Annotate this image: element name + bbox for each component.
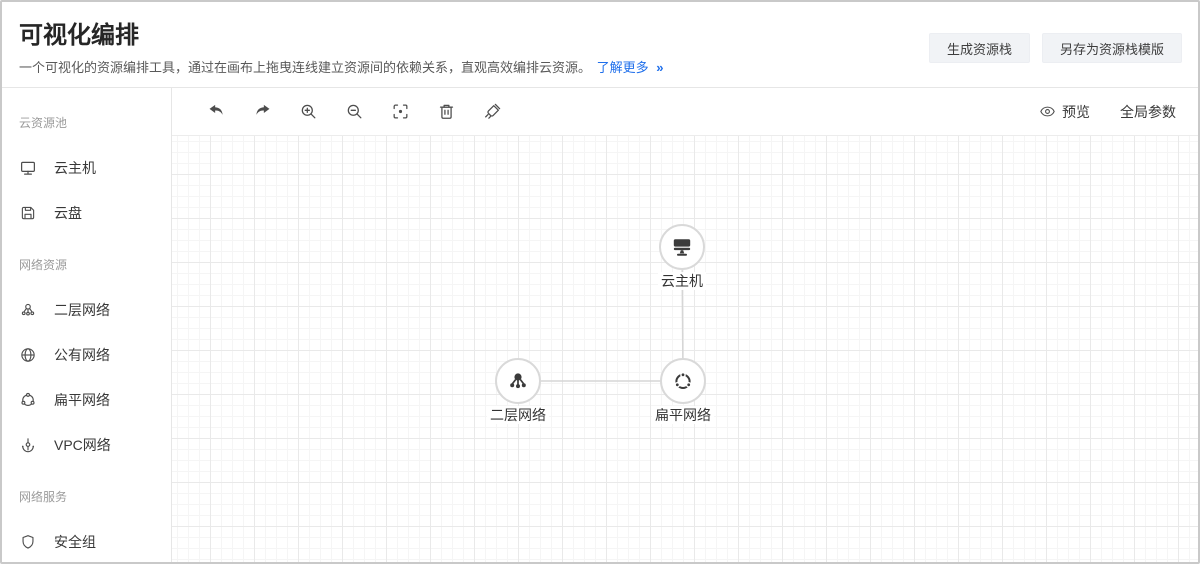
double-chevron-icon[interactable]: » xyxy=(656,60,662,75)
preview-button[interactable]: 预览 xyxy=(1039,102,1090,122)
zoom-in-button[interactable] xyxy=(285,88,331,136)
disk-icon xyxy=(19,204,37,222)
sidebar-item-label: 扁平网络 xyxy=(54,390,110,410)
preview-label[interactable]: 预览 xyxy=(1062,102,1090,122)
undo-button[interactable] xyxy=(193,88,239,136)
orchestration-canvas[interactable]: 云主机二层网络扁平网络 xyxy=(172,136,1198,562)
node-circle[interactable] xyxy=(660,358,706,404)
l2-network-icon xyxy=(19,301,37,319)
node-label: 云主机 xyxy=(658,272,706,290)
node-label: 扁平网络 xyxy=(652,406,714,424)
node-label: 二层网络 xyxy=(487,406,549,424)
clear-button[interactable] xyxy=(469,88,515,136)
node-circle[interactable] xyxy=(495,358,541,404)
generate-stack-button[interactable]: 生成资源栈 xyxy=(929,33,1030,63)
node-circle[interactable] xyxy=(659,224,705,270)
flat-network-icon xyxy=(19,391,37,409)
trash-icon xyxy=(437,102,456,121)
shield-icon xyxy=(19,533,37,551)
sidebar-item-label: 云主机 xyxy=(54,158,96,178)
global-params-button[interactable]: 全局参数 xyxy=(1120,102,1176,122)
edge-layer xyxy=(172,136,1198,562)
sidebar-item-cloud-disk[interactable]: 云盘 xyxy=(19,190,171,235)
header-actions: 生成资源栈另存为资源栈模版 xyxy=(929,33,1182,63)
resource-sidebar: 云资源池云主机云盘网络资源二层网络公有网络扁平网络 VPC网络网络服务安全组 xyxy=(2,88,172,562)
zoom-out-icon xyxy=(345,102,364,121)
sidebar-item-label: 公有网络 xyxy=(54,345,110,365)
l2-network-node-icon xyxy=(506,369,530,393)
undo-icon xyxy=(207,102,226,121)
sidebar-item-public-network[interactable]: 公有网络 xyxy=(19,332,171,377)
sidebar-item-l2-network[interactable]: 二层网络 xyxy=(19,287,171,332)
sidebar-category-label: 网络资源 xyxy=(19,257,171,274)
sidebar-category-label: 网络服务 xyxy=(19,489,171,506)
zoom-out-button[interactable] xyxy=(331,88,377,136)
sidebar-item-label: 二层网络 xyxy=(54,300,110,320)
sidebar-item-vpc-network[interactable]: VPC网络 xyxy=(19,422,171,467)
sidebar-category-label: 云资源池 xyxy=(19,115,171,132)
vpc-network-icon xyxy=(19,436,37,454)
sidebar-section: 网络服务安全组 xyxy=(19,489,171,562)
cloud-host-node-icon xyxy=(670,235,694,259)
fit-view-button[interactable] xyxy=(377,88,423,136)
canvas-node-l2-node[interactable]: 二层网络 xyxy=(495,358,541,424)
canvas-node-flat-node[interactable]: 扁平网络 xyxy=(660,358,706,424)
description-text: 一个可视化的资源编排工具，通过在画布上拖曳连线建立资源间的依赖关系，直观高效编排… xyxy=(19,60,591,75)
canvas-toolbar: 预览 全局参数 xyxy=(172,88,1198,136)
learn-more-link[interactable]: 了解更多 » xyxy=(597,60,663,75)
canvas-column: 预览 全局参数 云主机二层网络扁平网络 xyxy=(172,88,1198,562)
sidebar-item-security-group[interactable]: 安全组 xyxy=(19,519,171,562)
main-area: 云资源池云主机云盘网络资源二层网络公有网络扁平网络VPC网络网络服务安全组 预览… xyxy=(2,88,1198,562)
eye-icon xyxy=(1039,103,1056,120)
sidebar-item-label: 安全组 xyxy=(54,532,96,552)
page-header: 可视化编排 一个可视化的资源编排工具，通过在画布上拖曳连线建立资源间的依赖关系，… xyxy=(2,2,1198,88)
zoom-in-icon xyxy=(299,102,318,121)
toolbar-right: 预览 全局参数 xyxy=(1039,102,1176,122)
flat-network-node-icon xyxy=(671,369,695,393)
learn-more-label[interactable]: 了解更多 xyxy=(597,60,649,75)
sidebar-section: 云资源池云主机云盘 xyxy=(19,115,171,235)
globe-icon xyxy=(19,346,37,364)
sidebar-item-cloud-host[interactable]: 云主机 xyxy=(19,145,171,190)
save-as-template-button[interactable]: 另存为资源栈模版 xyxy=(1042,33,1182,63)
monitor-icon xyxy=(19,159,37,177)
sidebar-item-flat-network[interactable]: 扁平网络 xyxy=(19,377,171,422)
delete-button[interactable] xyxy=(423,88,469,136)
fit-view-icon xyxy=(391,102,410,121)
sidebar-section: 网络资源二层网络公有网络扁平网络 VPC网络 xyxy=(19,257,171,467)
redo-icon xyxy=(253,102,272,121)
sidebar-item-label: 云盘 xyxy=(54,203,82,223)
visual-orchestration-page: 可视化编排 一个可视化的资源编排工具，通过在画布上拖曳连线建立资源间的依赖关系，… xyxy=(0,0,1200,564)
canvas-node-vm-node[interactable]: 云主机 xyxy=(659,224,705,290)
toolbar-tools xyxy=(193,88,515,136)
redo-button[interactable] xyxy=(239,88,285,136)
broom-icon xyxy=(483,102,502,121)
sidebar-item-label: VPC网络 xyxy=(54,435,111,455)
